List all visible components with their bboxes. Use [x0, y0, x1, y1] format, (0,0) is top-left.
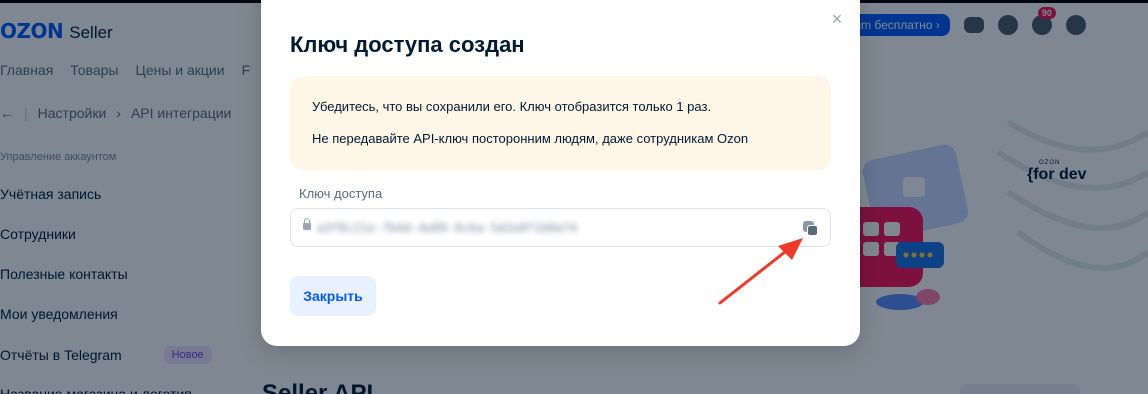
key-field-label: Ключ доступа — [299, 186, 383, 201]
api-key-created-dialog: × Ключ доступа создан Убедитесь, что вы … — [261, 0, 860, 346]
copy-icon-front — [807, 225, 818, 236]
close-button[interactable]: Закрыть — [290, 276, 376, 316]
close-icon[interactable]: × — [828, 10, 846, 28]
api-key-field[interactable]: a3f8c21e-7b4d-4e09-9c6a-5d2e8f1b0a74 — [290, 208, 831, 247]
notice-line-2: Не передавайте API-ключ посторонним людя… — [312, 131, 749, 146]
warning-notice: Убедитесь, что вы сохранили его. Ключ от… — [290, 76, 831, 170]
notice-line-1: Убедитесь, что вы сохранили его. Ключ от… — [312, 99, 712, 114]
api-key-value: a3f8c21e-7b4d-4e09-9c6a-5d2e8f1b0a74 — [317, 221, 578, 235]
lock-icon — [303, 218, 311, 230]
dialog-title: Ключ доступа создан — [290, 32, 525, 57]
copy-icon[interactable] — [803, 221, 819, 237]
